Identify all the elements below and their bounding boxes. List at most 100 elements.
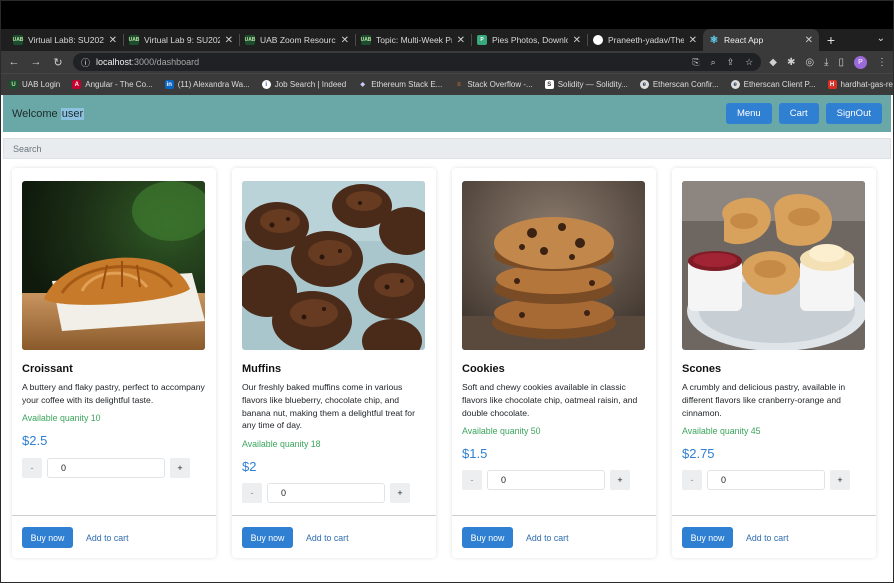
tab-title: Pies Photos, Download [492,35,568,45]
bookmark-item[interactable]: ≡ Stack Overflow -... [454,80,533,89]
available-quantity: Available quanity 50 [462,426,541,436]
browser-tab[interactable]: UAB Topic: Multi-Week Proje ✕ [355,29,471,51]
close-icon[interactable]: ✕ [109,35,117,46]
decrement-button[interactable]: - [682,470,702,490]
close-icon[interactable]: ✕ [457,35,465,46]
buy-now-button[interactable]: Buy now [682,527,733,548]
product-price: $2.75 [682,446,715,461]
app-header: Welcome user Menu Cart SignOut [3,95,891,132]
add-to-cart-link[interactable]: Add to cart [526,533,569,543]
ethereum-icon: ◆ [360,82,366,88]
bookmark-item[interactable]: i Job Search | Indeed [261,80,346,89]
increment-button[interactable]: + [610,470,630,490]
browser-window: UAB Virtual Lab8: SU2023 C ✕ UAB Virtual… [0,0,894,583]
window-top-border [1,1,893,29]
close-icon[interactable]: ✕ [225,35,233,46]
info-icon[interactable]: ⓘ [81,56,90,69]
browser-tab[interactable]: UAB Virtual Lab8: SU2023 C ✕ [7,29,123,51]
card-footer: Buy now Add to cart [12,515,216,558]
browser-tab[interactable]: Praneeth-yadav/TheCo ✕ [587,29,703,51]
new-tab-button[interactable]: + [819,29,843,51]
decrement-button[interactable]: - [22,458,42,478]
product-description: Our freshly baked muffins come in variou… [242,382,415,431]
quantity-input[interactable]: 0 [47,458,165,478]
user-name: user [60,107,85,120]
pies-icon: P [477,35,487,45]
share-icon[interactable]: ⇪ [727,57,735,68]
increment-button[interactable]: + [830,470,850,490]
buy-now-button[interactable]: Buy now [22,527,73,548]
welcome-message: Welcome user [12,107,85,120]
add-to-cart-link[interactable]: Add to cart [86,533,129,543]
side-panel-icon[interactable]: ▯ [838,57,844,68]
hardhat-icon: H [827,80,837,89]
quantity-input[interactable]: 0 [707,470,825,490]
cart-button[interactable]: Cart [778,103,819,124]
forward-arrow-icon[interactable]: → [29,56,43,68]
bookmark-item[interactable]: U UAB Login [9,80,60,89]
zoom-icon[interactable]: ⌕ [711,57,716,68]
extensions-puzzle-icon[interactable]: ✱ [787,57,795,68]
search-input[interactable]: Search [3,138,891,159]
add-to-cart-link[interactable]: Add to cart [746,533,789,543]
bookmark-item[interactable]: S Solidity — Solidity... [544,80,628,89]
signout-button[interactable]: SignOut [825,103,882,124]
back-arrow-icon[interactable]: ← [7,56,21,68]
product-card: Scones A crumbly and delicious pastry, a… [672,168,876,558]
increment-button[interactable]: + [170,458,190,478]
profile-avatar[interactable]: P [854,55,867,69]
product-image [242,181,425,350]
buy-now-button[interactable]: Buy now [462,527,513,548]
browser-toolbar: ← → ↻ ⓘ localhost:3000/dashboard ⎘ ⌕ ⇪ ☆… [1,51,893,73]
quantity-stepper: - 0 + [682,470,850,490]
product-price: $2 [242,459,257,474]
add-to-cart-link[interactable]: Add to cart [306,533,349,543]
decrement-button[interactable]: - [462,470,482,490]
browser-tab-active[interactable]: ⚛ React App ✕ [703,29,819,51]
menu-button[interactable]: Menu [725,103,772,124]
download-icon[interactable]: ⤓ [824,57,828,68]
metamask-icon[interactable]: ◆ [769,57,777,68]
bookmark-item[interactable]: Hhardhat-gas-repo... [827,80,893,89]
increment-button[interactable]: + [390,483,410,503]
available-quantity: Available quanity 45 [682,426,761,436]
card-footer: Buy now Add to cart [672,515,876,558]
decrement-button[interactable]: - [242,483,262,503]
tab-title: Praneeth-yadav/TheCo [608,35,684,45]
github-icon [593,35,603,45]
product-image [462,181,645,350]
bookmark-star-icon[interactable]: ☆ [745,57,753,68]
bookmark-item[interactable]: e Etherscan Client P... [730,80,816,89]
close-icon[interactable]: ✕ [341,35,349,46]
quantity-input[interactable]: 0 [487,470,605,490]
close-icon[interactable]: ✕ [805,35,813,46]
uab-icon: U [9,80,18,89]
browser-menu-icon[interactable]: ⋮ [877,57,887,68]
browser-tab[interactable]: UAB UAB Zoom Resources ✕ [239,29,355,51]
reload-icon[interactable]: ↻ [51,56,65,69]
browser-tab[interactable]: P Pies Photos, Download ✕ [471,29,587,51]
product-card: Croissant A buttery and flaky pastry, pe… [12,168,216,558]
buy-now-button[interactable]: Buy now [242,527,293,548]
bookmark-item[interactable]: e Etherscan Confir... [639,80,719,89]
tab-title: Topic: Multi-Week Proje [376,35,452,45]
product-name: Cookies [462,363,505,375]
bookmark-item[interactable]: in (11) Alexandra Wa... [164,80,250,89]
bookmark-item[interactable]: A Angular - The Co... [72,80,153,89]
close-icon[interactable]: ✕ [689,35,697,46]
product-card: Cookies Soft and chewy cookies available… [452,168,656,558]
quantity-stepper: - 0 + [462,470,630,490]
tab-search-chevron-icon[interactable]: ⌄ [877,33,885,44]
card-footer: Buy now Add to cart [232,515,436,558]
quantity-stepper: - 0 + [22,458,190,478]
close-icon[interactable]: ✕ [573,35,581,46]
extension-icon[interactable]: ◎ [805,57,814,68]
bookmark-item[interactable]: ◆ Ethereum Stack E... [358,80,442,89]
install-app-icon[interactable]: ⎘ [692,57,699,68]
available-quantity: Available quanity 10 [22,413,101,423]
address-bar[interactable]: ⓘ localhost:3000/dashboard ⎘ ⌕ ⇪ ☆ [73,53,762,71]
stackoverflow-icon: ≡ [457,81,461,88]
tab-title: Virtual Lab 9: SU2023 C [144,35,220,45]
browser-tab[interactable]: UAB Virtual Lab 9: SU2023 C ✕ [123,29,239,51]
quantity-input[interactable]: 0 [267,483,385,503]
